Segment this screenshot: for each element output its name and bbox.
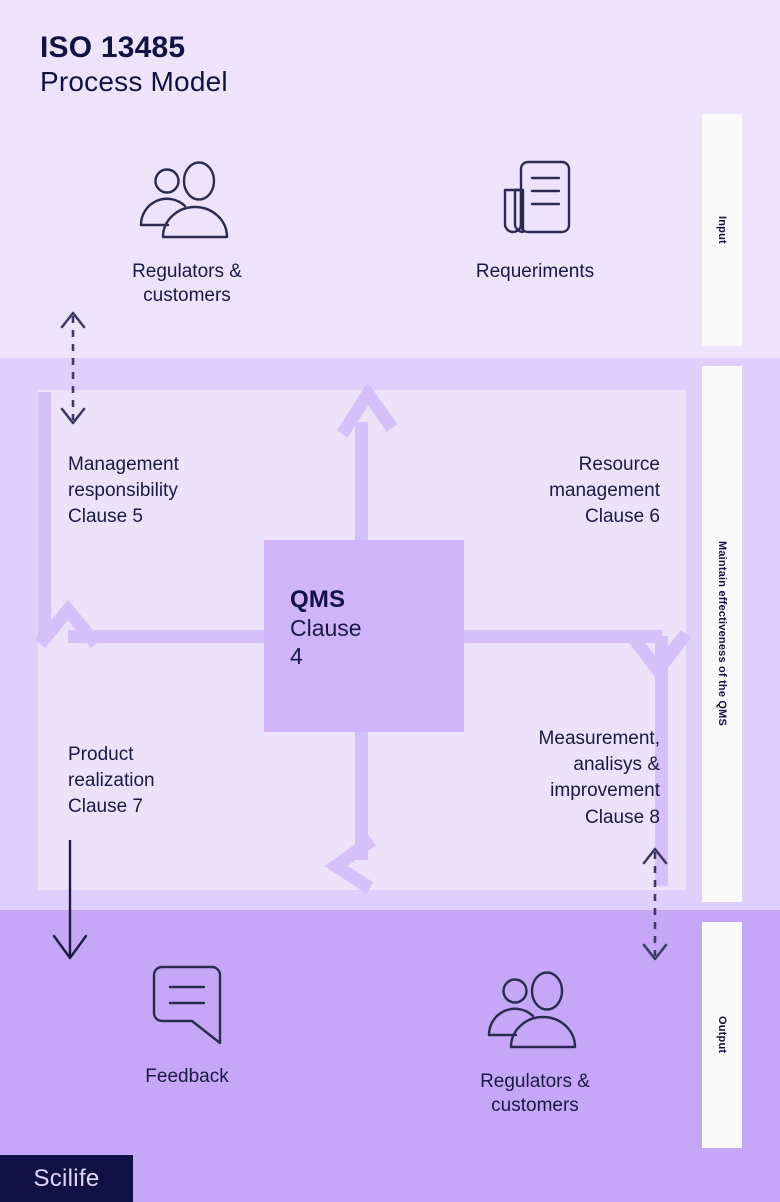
flow-chevron-bottom <box>324 834 376 894</box>
strip-maintain-effectiveness: Maintain effectiveness of the QMS <box>702 366 742 902</box>
flow-chevron-right <box>624 630 692 681</box>
people-icon <box>487 971 577 1049</box>
node-requirements-input: Requeriments <box>435 160 635 284</box>
strip-output-label: Output <box>716 1016 728 1054</box>
page-title: ISO 13485 Process Model <box>40 30 228 99</box>
title-main: ISO 13485 <box>40 31 186 64</box>
people-icon <box>139 161 229 239</box>
title-subtitle: Process Model <box>40 66 228 98</box>
node-feedback-output: Feedback <box>87 965 287 1089</box>
clause-measurement-analysis-improvement: Measurement, analisys & improvement Clau… <box>538 728 660 828</box>
node-caption: Feedback <box>145 1066 229 1087</box>
qms-center-box: QMS Clause 4 <box>264 540 464 732</box>
speech-bubble-icon <box>152 965 222 1045</box>
strip-input: Input <box>702 114 742 346</box>
strip-output: Output <box>702 922 742 1148</box>
dashed-double-arrow-right <box>642 847 668 961</box>
strip-maintain-effectiveness-label: Maintain effectiveness of the QMS <box>716 541 728 727</box>
scilife-logo-text: Scilife <box>33 1164 100 1192</box>
node-regulators-customers-output: Regulators & customers <box>435 971 635 1118</box>
clause-resource-management: Resource management Clause 6 <box>549 454 660 528</box>
node-regulators-customers-input: Regulators & customers <box>87 161 287 308</box>
strip-input-label: Input <box>716 216 728 244</box>
clause-management-responsibility: Management responsibility Clause 5 <box>68 454 179 528</box>
node-caption: Requeriments <box>475 261 595 282</box>
document-icon <box>503 160 571 234</box>
flow-line-top-vertical <box>355 422 368 542</box>
clause-product-realization: Product realization Clause 7 <box>68 744 155 818</box>
iso-13485-process-model-diagram: ISO 13485 Process Model QMS Clause 4 Man… <box>0 0 780 1202</box>
flow-chevron-left <box>34 599 102 649</box>
scilife-logo: Scilife <box>0 1155 133 1202</box>
solid-down-arrow-feedback <box>52 840 88 960</box>
flow-chevron-top <box>336 382 398 438</box>
qms-title: QMS <box>290 586 346 613</box>
node-caption: Regulators & customers <box>132 261 242 306</box>
dashed-double-arrow-left <box>60 311 86 425</box>
node-caption: Regulators & customers <box>480 1071 590 1116</box>
qms-subtitle: Clause 4 <box>290 615 362 670</box>
